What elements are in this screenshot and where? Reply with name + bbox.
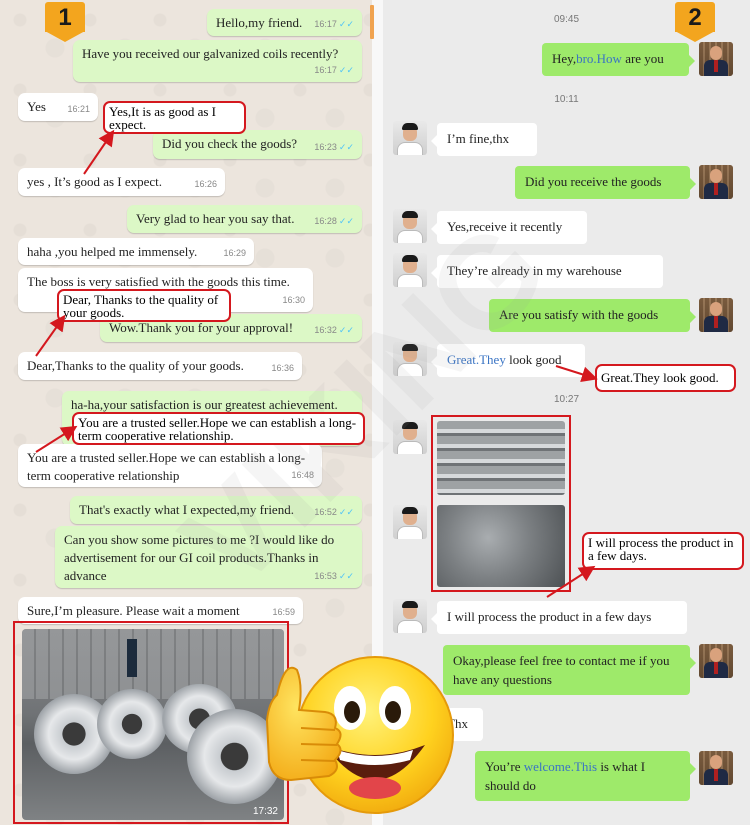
- arrow: [555, 365, 598, 383]
- screenshot-collage: Hello,my friend. 16:17 ✓✓ Have you receiv…: [0, 0, 750, 825]
- arrow: [35, 425, 78, 453]
- thumbs-up-emoji-icon: [265, 656, 454, 814]
- arrow: [83, 129, 115, 175]
- arrow: [35, 314, 66, 357]
- arrow: [546, 565, 596, 598]
